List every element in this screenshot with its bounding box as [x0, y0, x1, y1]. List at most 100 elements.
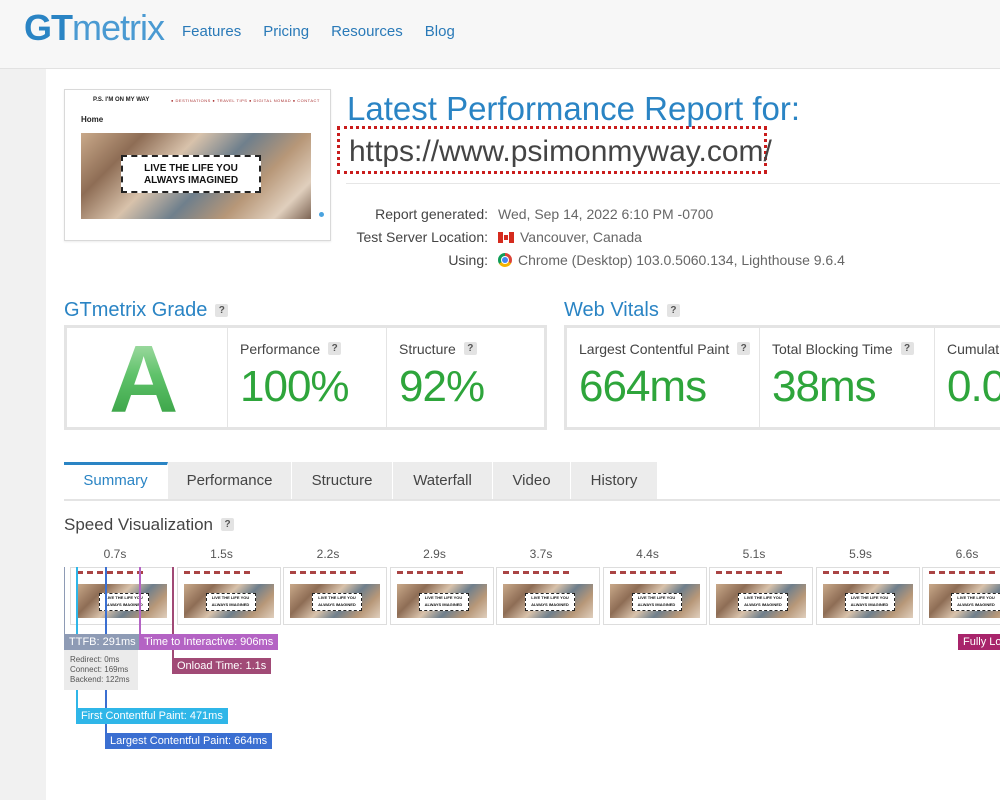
- tbt-cell: Total Blocking Time? 38ms: [760, 328, 935, 427]
- fcp-label: First Contentful Paint: 471ms: [76, 708, 228, 724]
- frame-nav: [716, 571, 786, 574]
- frame-hero-line-2: ALWAYS IMAGINED: [637, 602, 676, 607]
- filmstrip-frame[interactable]: LIVE THE LIFE YOU ALWAYS IMAGINED: [496, 567, 600, 625]
- frame-nav: [396, 571, 467, 574]
- frame-nav: [290, 571, 360, 574]
- speed-visualization-title: Speed Visualization?: [64, 515, 235, 535]
- grade-section-title: GTmetrix Grade?: [64, 299, 229, 322]
- grade-title-text: GTmetrix Grade: [64, 299, 208, 321]
- filmstrip-frame[interactable]: LIVE THE LIFE YOU ALWAYS IMAGINED: [283, 567, 387, 625]
- thumb-hero-line-2: ALWAYS IMAGINED: [143, 175, 239, 186]
- filmstrip-frame[interactable]: LIVE THE LIFE YOU ALWAYS IMAGINED: [922, 567, 1000, 625]
- speed-help-icon[interactable]: ?: [221, 518, 235, 531]
- tbt-value: 38ms: [772, 362, 877, 411]
- tab-performance[interactable]: Performance: [168, 462, 292, 499]
- backend-time: Backend: 122ms: [70, 675, 130, 684]
- nav-blog-link[interactable]: Blog: [425, 22, 455, 42]
- lcp-label-bar: Largest Contentful Paint: 664ms: [105, 733, 273, 749]
- page-left-margin: [0, 69, 46, 800]
- frame-hero-line-1: LIVE THE LIFE YOU: [424, 595, 463, 600]
- frame-hero-line-1: LIVE THE LIFE YOU: [211, 595, 250, 600]
- frame-hero-text: LIVE THE LIFE YOU ALWAYS IMAGINED: [738, 593, 788, 611]
- filmstrip-frame[interactable]: LIVE THE LIFE YOU ALWAYS IMAGINED: [709, 567, 813, 625]
- grade-letter: A: [109, 326, 179, 433]
- canada-flag-icon: [498, 232, 514, 243]
- connect-time: Connect: 169ms: [70, 665, 129, 674]
- location-value: Vancouver, Canada: [520, 229, 642, 245]
- frame-image: LIVE THE LIFE YOU ALWAYS IMAGINED: [503, 584, 593, 618]
- frame-hero-line-2: ALWAYS IMAGINED: [850, 602, 889, 607]
- tbt-label: Total Blocking Time: [772, 341, 893, 357]
- thumb-home-label: Home: [81, 115, 104, 124]
- tab-video[interactable]: Video: [493, 462, 571, 499]
- frame-nav: [929, 571, 999, 574]
- report-url[interactable]: https://www.psimonmyway.com/: [337, 126, 772, 174]
- frame-hero-text: LIVE THE LIFE YOU ALWAYS IMAGINED: [951, 593, 1000, 611]
- frame-hero-line-1: LIVE THE LIFE YOU: [637, 595, 676, 600]
- frame-hero-line-2: ALWAYS IMAGINED: [424, 602, 463, 607]
- frame-image: LIVE THE LIFE YOU ALWAYS IMAGINED: [183, 584, 274, 618]
- vitals-section-title: Web Vitals?: [564, 299, 680, 322]
- tab-waterfall[interactable]: Waterfall: [393, 462, 493, 499]
- frame-time-label: 5.1s: [742, 547, 766, 561]
- frame-nav: [609, 571, 680, 574]
- frame-hero-line-1: LIVE THE LIFE YOU: [531, 595, 569, 600]
- lcp-label-wrap: Largest Contentful Paint?: [579, 341, 751, 357]
- frame-time-label: 3.7s: [529, 547, 553, 561]
- filmstrip-frame[interactable]: LIVE THE LIFE YOU ALWAYS IMAGINED: [389, 567, 494, 625]
- frame-hero-text: LIVE THE LIFE YOU ALWAYS IMAGINED: [205, 593, 256, 611]
- tbt-help-icon[interactable]: ?: [900, 342, 914, 355]
- site-screenshot-thumbnail[interactable]: P.S. I'M ON MY WAY ● DESTINATIONS ● TRAV…: [64, 89, 331, 241]
- filmstrip-frame[interactable]: LIVE THE LIFE YOU ALWAYS IMAGINED: [815, 567, 920, 625]
- tab-structure[interactable]: Structure: [292, 462, 393, 499]
- structure-help-icon[interactable]: ?: [463, 342, 477, 355]
- nav-features-link[interactable]: Features: [182, 22, 241, 42]
- using-value: Chrome (Desktop) 103.0.5060.134, Lightho…: [518, 252, 845, 268]
- frame-hero-line-2: ALWAYS IMAGINED: [318, 602, 356, 607]
- using-value-wrap: Chrome (Desktop) 103.0.5060.134, Lightho…: [498, 249, 845, 272]
- tab-summary[interactable]: Summary: [64, 462, 168, 499]
- frame-hero-text: LIVE THE LIFE YOU ALWAYS IMAGINED: [312, 593, 362, 611]
- location-label: Test Server Location:: [356, 229, 488, 245]
- fully-loaded-label: Fully Lo: [958, 634, 1000, 650]
- vitals-help-icon[interactable]: ?: [666, 304, 680, 317]
- frame-time-label: 2.2s: [316, 547, 340, 561]
- frame-hero-text: LIVE THE LIFE YOU ALWAYS IMAGINED: [844, 593, 895, 611]
- nav-resources-link[interactable]: Resources: [331, 22, 403, 42]
- structure-cell: Structure? 92%: [387, 328, 544, 427]
- frame-hero-line-2: ALWAYS IMAGINED: [531, 602, 569, 607]
- lcp-value: 664ms: [579, 362, 707, 411]
- vitals-title-text: Web Vitals: [564, 299, 659, 321]
- frame-image: LIVE THE LIFE YOU ALWAYS IMAGINED: [396, 584, 487, 618]
- thumb-nav-items: ● DESTINATIONS ● TRAVEL TIPS ● DIGITAL N…: [171, 98, 320, 103]
- generated-label: Report generated:: [375, 206, 488, 222]
- meta-row-generated: Report generated: Wed, Sep 14, 2022 6:10…: [300, 203, 1000, 226]
- nav-pricing-link[interactable]: Pricing: [263, 22, 309, 42]
- structure-label-wrap: Structure?: [399, 341, 477, 357]
- generated-value: Wed, Sep 14, 2022 6:10 PM -0700: [498, 206, 714, 222]
- thumb-hero-textbox: LIVE THE LIFE YOU ALWAYS IMAGINED: [121, 155, 261, 193]
- onload-label: Onload Time: 1.1s: [172, 658, 272, 674]
- thumb-hero-line-1: LIVE THE LIFE YOU: [144, 163, 238, 174]
- performance-help-icon[interactable]: ?: [328, 342, 342, 355]
- tab-history[interactable]: History: [571, 462, 658, 499]
- report-title: Latest Performance Report for:: [347, 90, 801, 127]
- filmstrip-frame[interactable]: LIVE THE LIFE YOU ALWAYS IMAGINED: [70, 567, 174, 625]
- frame-hero-text: LIVE THE LIFE YOU ALWAYS IMAGINED: [525, 593, 575, 611]
- vitals-panel: Largest Contentful Paint? 664ms Total Bl…: [564, 325, 1000, 430]
- top-navigation-bar: GTmetrix Features Pricing Resources Blog: [0, 0, 1000, 69]
- location-value-wrap: Vancouver, Canada: [498, 226, 642, 249]
- frame-time-label: 2.9s: [423, 547, 446, 561]
- gtmetrix-logo[interactable]: GTmetrix: [24, 7, 165, 48]
- frame-nav: [183, 571, 254, 574]
- frame-hero-line-1: LIVE THE LIFE YOU: [744, 595, 782, 600]
- frame-hero-text: LIVE THE LIFE YOU ALWAYS IMAGINED: [631, 593, 682, 611]
- logo-text-light: metrix: [72, 7, 165, 48]
- grade-help-icon[interactable]: ?: [215, 304, 229, 317]
- tabs-underline: [64, 499, 1000, 501]
- frame-nav: [822, 571, 893, 574]
- cls-value: 0.0: [947, 362, 1000, 411]
- lcp-help-icon[interactable]: ?: [737, 342, 751, 355]
- filmstrip-frame[interactable]: LIVE THE LIFE YOU ALWAYS IMAGINED: [602, 567, 707, 625]
- filmstrip-frame[interactable]: LIVE THE LIFE YOU ALWAYS IMAGINED: [176, 567, 281, 625]
